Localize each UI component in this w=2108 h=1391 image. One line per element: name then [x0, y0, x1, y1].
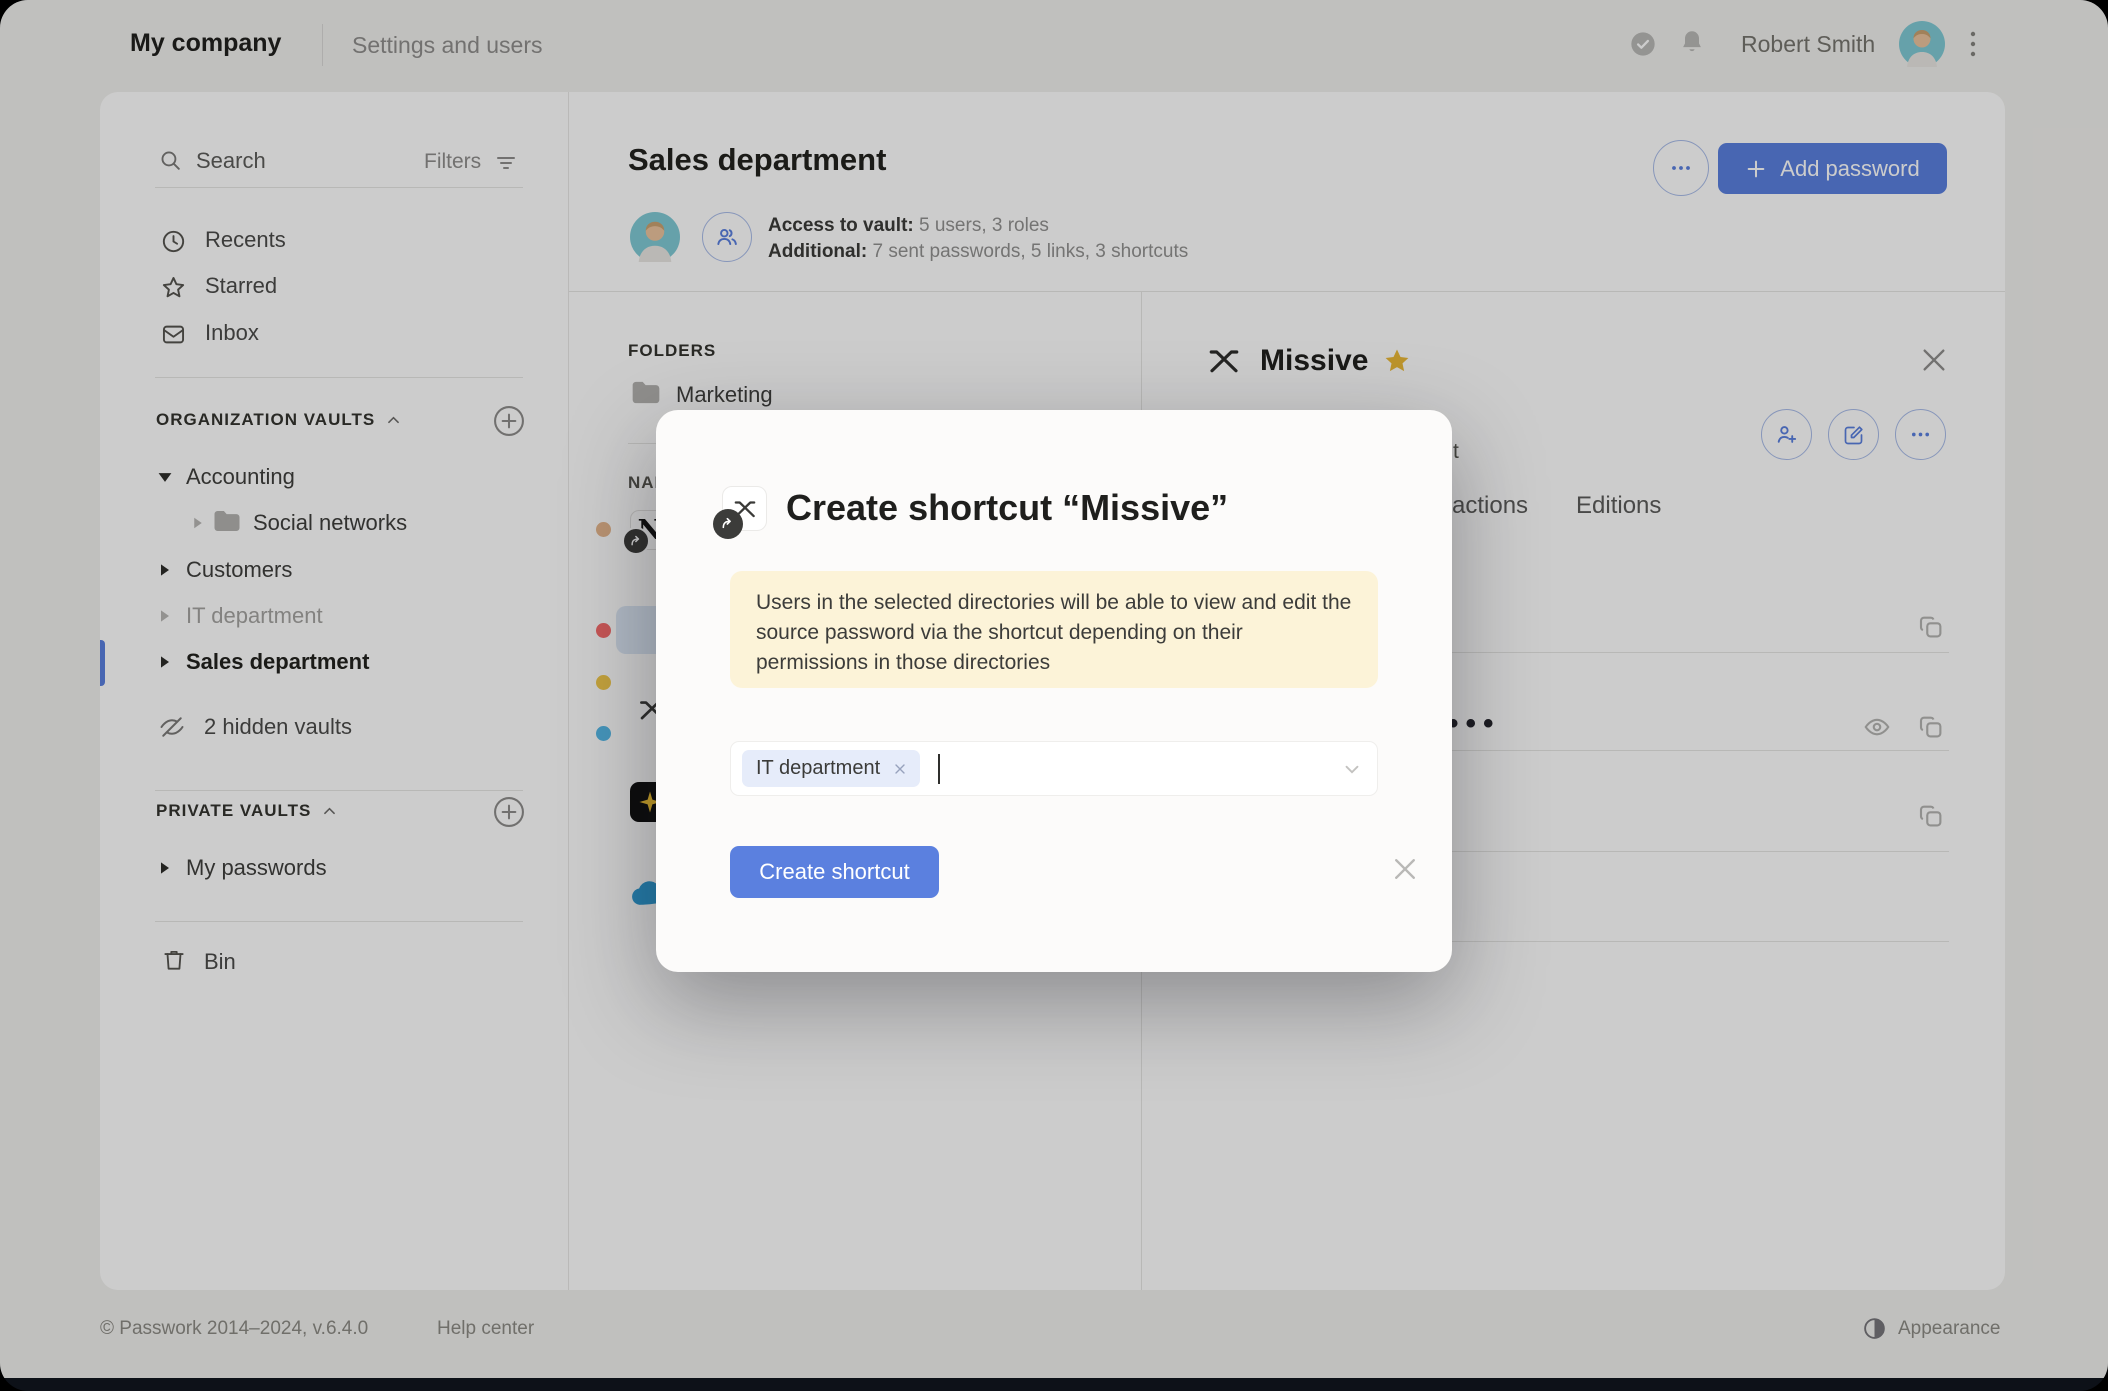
create-shortcut-button[interactable]: Create shortcut — [730, 846, 939, 898]
app-window: My company Settings and users Robert Smi… — [0, 0, 2108, 1391]
modal-info-text: Users in the selected directories will b… — [756, 588, 1352, 678]
modal-title: Create shortcut “Missive” — [786, 487, 1228, 529]
app-background: My company Settings and users Robert Smi… — [0, 0, 2108, 1378]
modal-close-icon[interactable] — [1390, 854, 1420, 884]
text-cursor — [938, 754, 940, 784]
chevron-down-icon[interactable] — [1341, 758, 1363, 780]
selected-directory-chip[interactable]: IT department — [742, 750, 920, 787]
shortcut-badge-icon — [713, 509, 743, 539]
chip-remove-icon[interactable] — [892, 761, 908, 777]
missive-icon — [722, 486, 767, 531]
chip-label: IT department — [756, 757, 880, 780]
modal-info-box: Users in the selected directories will b… — [730, 571, 1378, 688]
directory-select-input[interactable]: IT department — [730, 741, 1378, 796]
